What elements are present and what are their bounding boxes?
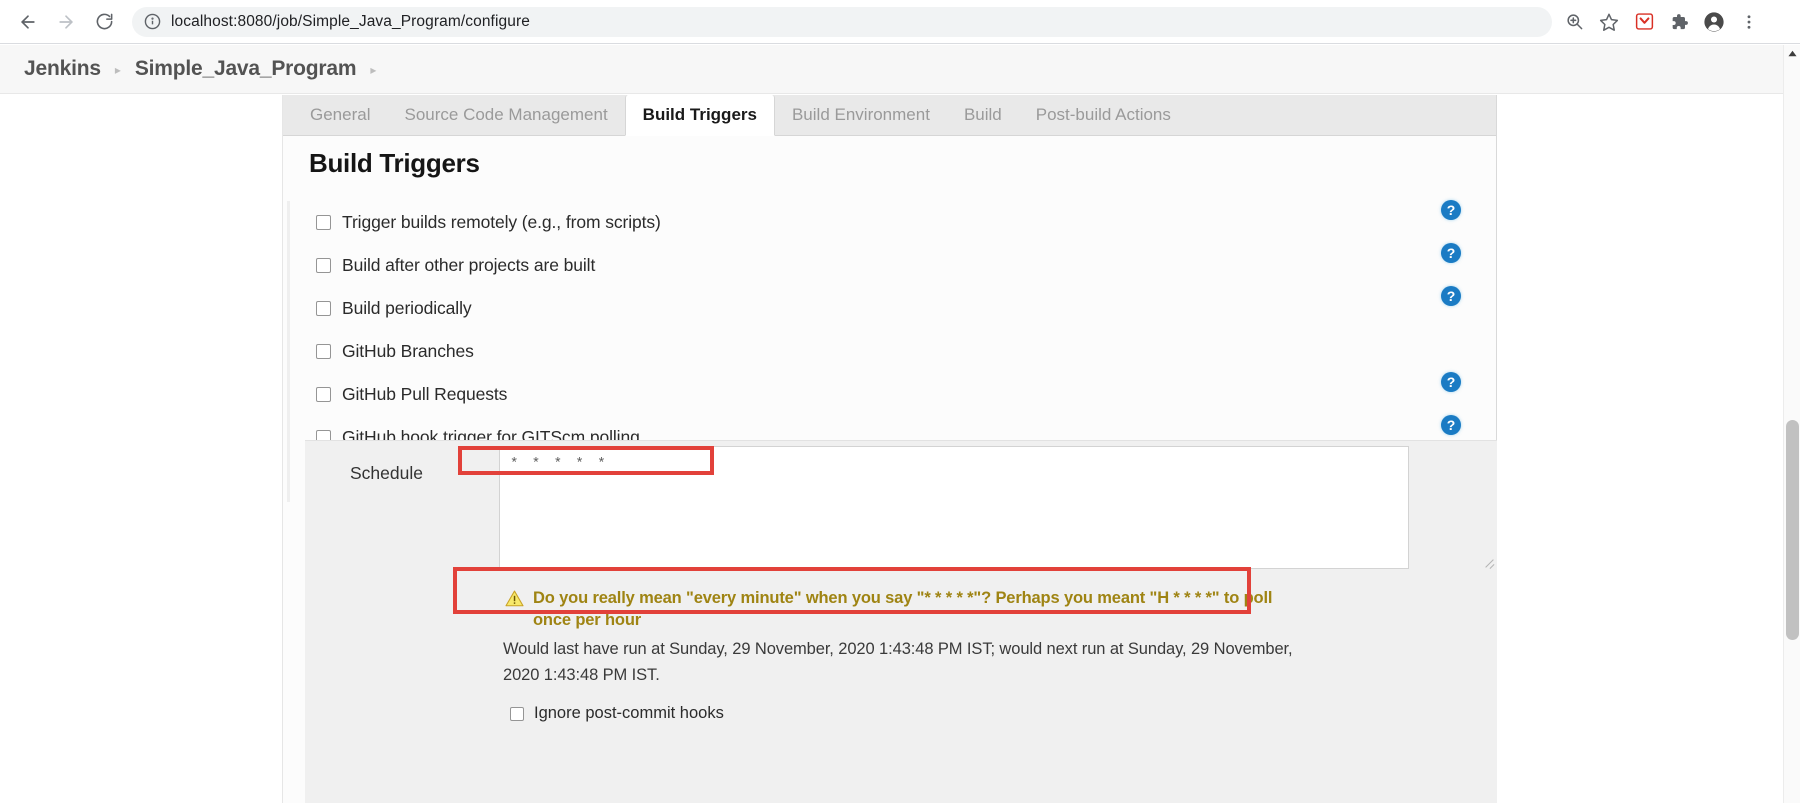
trigger-row-remote[interactable]: Trigger builds remotely (e.g., from scri…	[316, 201, 1496, 244]
breadcrumb-separator-icon: ▸	[114, 63, 121, 77]
browser-toolbar: localhost:8080/job/Simple_Java_Program/c…	[0, 0, 1800, 44]
help-icon-build-periodically[interactable]: ?	[1441, 286, 1461, 306]
back-arrow-icon	[21, 14, 35, 29]
tab-general[interactable]: General	[293, 95, 387, 135]
help-icon-build-after-other-projects[interactable]: ?	[1441, 243, 1461, 263]
page-body: General Source Code Management Build Tri…	[0, 95, 1793, 803]
profile-avatar-icon[interactable]	[1698, 6, 1730, 38]
breadcrumb: Jenkins ▸ Simple_Java_Program ▸	[0, 57, 390, 81]
breadcrumb-separator-icon-2: ▸	[370, 63, 377, 77]
help-icon-github-hook-trigger[interactable]: ?	[1441, 415, 1461, 435]
trigger-row-github-pull-requests[interactable]: GitHub Pull Requests	[316, 373, 1496, 416]
tab-build[interactable]: Build	[947, 95, 1019, 135]
extension-pocket-icon[interactable]	[1628, 6, 1660, 38]
schedule-field-wrapper: * * * * *	[499, 446, 1497, 569]
poll-scm-schedule-block: Schedule * * * * * Do you really mean "e…	[305, 440, 1497, 803]
label-build-periodically: Build periodically	[342, 298, 472, 318]
trigger-row-periodically[interactable]: Build periodically	[316, 287, 1496, 330]
trigger-row-github-branches[interactable]: GitHub Branches	[316, 330, 1496, 373]
label-build-after-other-projects: Build after other projects are built	[342, 255, 596, 275]
browser-nav-buttons	[0, 4, 122, 40]
tab-post-build-actions[interactable]: Post-build Actions	[1019, 95, 1188, 135]
chrome-menu-icon[interactable]	[1733, 6, 1765, 38]
url-text: localhost:8080/job/Simple_Java_Program/c…	[171, 12, 530, 30]
schedule-warning-text: Do you really mean "every minute" when y…	[533, 589, 1273, 630]
address-bar[interactable]: localhost:8080/job/Simple_Java_Program/c…	[132, 6, 1552, 37]
trigger-row-after-projects[interactable]: Build after other projects are built	[316, 244, 1496, 287]
checkbox-build-after-other-projects[interactable]	[316, 258, 331, 273]
label-github-branches: GitHub Branches	[342, 341, 474, 361]
tab-build-triggers[interactable]: Build Triggers	[624, 95, 775, 136]
zoom-icon[interactable]	[1558, 6, 1590, 38]
browser-toolbar-icons	[1558, 6, 1765, 38]
tab-build-environment[interactable]: Build Environment	[775, 95, 947, 135]
forward-arrow-icon	[59, 14, 73, 29]
checkbox-github-branches[interactable]	[316, 344, 331, 359]
scrollbar-up-arrow-icon[interactable]	[1784, 47, 1800, 59]
site-info-icon[interactable]	[144, 13, 161, 30]
schedule-input[interactable]: * * * * *	[499, 446, 1409, 569]
ignore-post-commit-hooks-row[interactable]: Ignore post-commit hooks	[510, 704, 724, 723]
page-title: Build Triggers	[309, 148, 480, 178]
label-ignore-post-commit-hooks: Ignore post-commit hooks	[534, 704, 724, 722]
bookmark-star-icon[interactable]	[1593, 6, 1625, 38]
breadcrumb-item-jenkins[interactable]: Jenkins	[24, 57, 101, 81]
checkbox-build-periodically[interactable]	[316, 301, 331, 316]
reload-icon	[96, 13, 112, 30]
forward-button[interactable]	[48, 4, 84, 40]
scrollbar-thumb[interactable]	[1786, 420, 1799, 640]
jenkins-header: Jenkins ▸ Simple_Java_Program ▸	[0, 45, 1793, 94]
schedule-warning: Do you really mean "every minute" when y…	[499, 581, 1299, 638]
schedule-label: Schedule	[350, 463, 423, 483]
configure-panel: General Source Code Management Build Tri…	[282, 95, 1497, 803]
label-github-pull-requests: GitHub Pull Requests	[342, 384, 508, 404]
back-button[interactable]	[10, 4, 46, 40]
breadcrumb-item-job[interactable]: Simple_Java_Program	[135, 57, 357, 81]
config-tab-bar: General Source Code Management Build Tri…	[283, 95, 1496, 136]
checkbox-github-pull-requests[interactable]	[316, 387, 331, 402]
warning-triangle-icon	[505, 590, 524, 612]
tab-source-code-management[interactable]: Source Code Management	[387, 95, 624, 135]
label-trigger-builds-remotely: Trigger builds remotely (e.g., from scri…	[342, 212, 661, 232]
page-scrollbar[interactable]	[1783, 45, 1800, 803]
checkbox-ignore-post-commit-hooks[interactable]	[510, 706, 524, 721]
extensions-puzzle-icon[interactable]	[1663, 6, 1695, 38]
textarea-resize-handle[interactable]	[1484, 556, 1495, 567]
help-icon-trigger-builds-remotely[interactable]: ?	[1441, 200, 1461, 220]
help-icon-github-pull-requests[interactable]: ?	[1441, 372, 1461, 392]
checkbox-trigger-builds-remotely[interactable]	[316, 215, 331, 230]
reload-button[interactable]	[86, 4, 122, 40]
schedule-next-run-text: Would last have run at Sunday, 29 Novemb…	[503, 640, 1293, 684]
